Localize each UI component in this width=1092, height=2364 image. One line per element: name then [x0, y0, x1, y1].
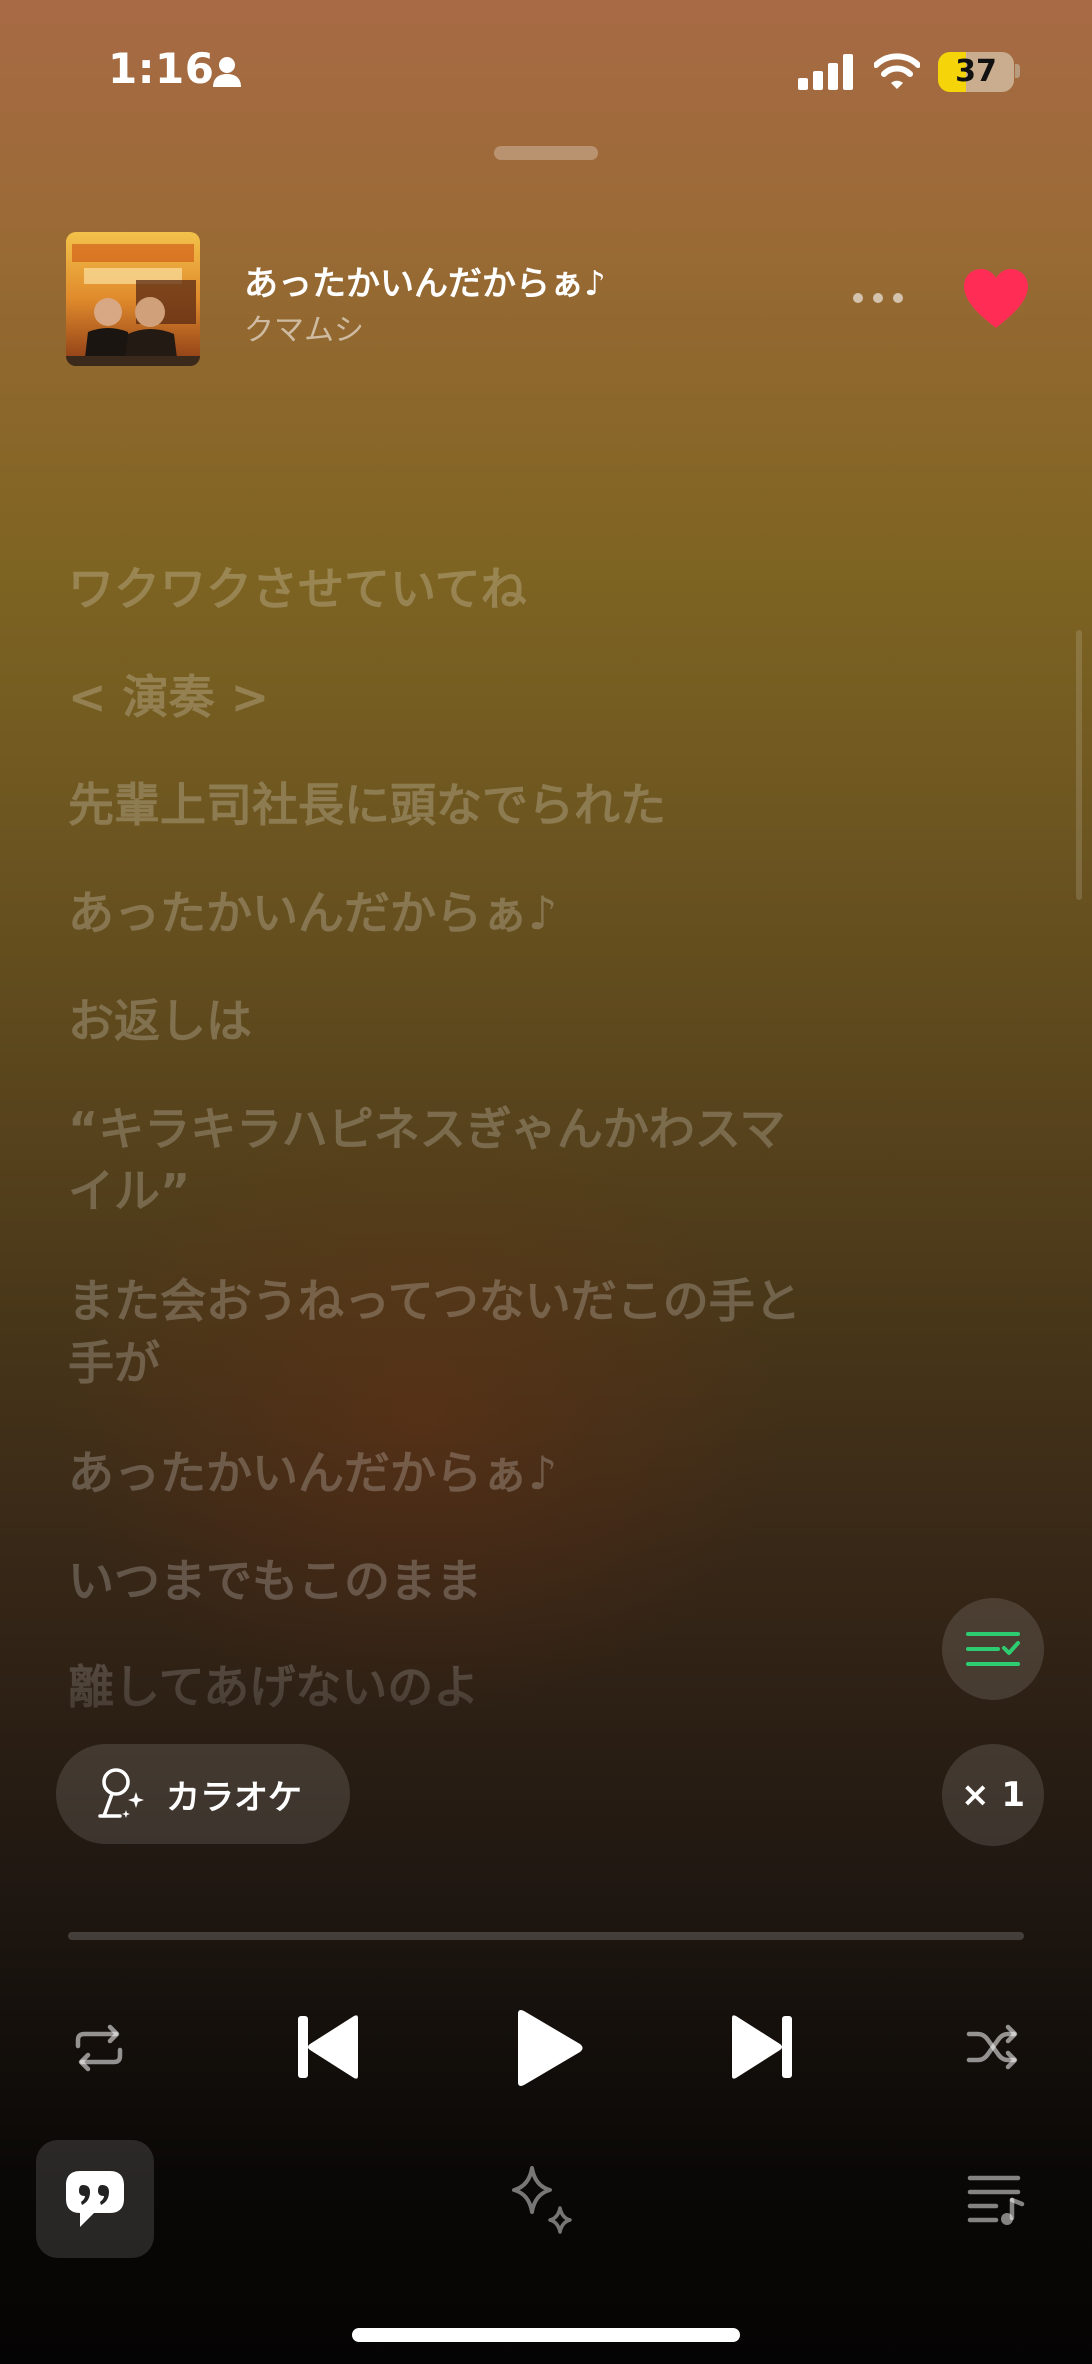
microphone-sparkle-icon — [98, 1768, 144, 1818]
progress-slider[interactable] — [68, 1932, 1024, 1940]
lyrics-panel[interactable]: ワクワクさせていてね < 演奏 > 先輩上司社長に頭なでられた あったかいんだか… — [68, 460, 888, 1724]
track-artist[interactable]: クマムシ — [244, 305, 364, 349]
sheet-grabber[interactable] — [494, 146, 598, 160]
battery-indicator: 37 — [938, 52, 1014, 92]
lyric-line[interactable]: < 演奏 > — [68, 666, 888, 728]
album-art[interactable] — [66, 232, 200, 366]
lyric-line[interactable]: あったかいんだからぁ♪ — [68, 882, 888, 944]
previous-icon[interactable] — [296, 2014, 360, 2080]
lyric-line[interactable]: 先輩上司社長に頭なでられた — [68, 774, 888, 836]
playback-speed-button[interactable]: × 1 — [942, 1744, 1044, 1846]
album-art-image — [66, 232, 200, 366]
lyric-line[interactable]: あったかいんだからぁ♪ — [68, 1442, 888, 1504]
lyric-line[interactable]: 離してあげないのよ — [68, 1656, 888, 1718]
status-time: 1:16 — [108, 44, 215, 93]
shuffle-icon[interactable] — [966, 2022, 1020, 2072]
sparkle-icon[interactable] — [508, 2164, 578, 2236]
lyric-line[interactable]: お返しは — [68, 990, 888, 1052]
karaoke-button[interactable]: カラオケ — [56, 1744, 350, 1844]
heart-icon[interactable] — [962, 268, 1030, 330]
lyric-line[interactable]: いつまでもこのまま — [68, 1550, 888, 1612]
more-icon — [873, 293, 883, 303]
lyric-line[interactable]: また会おうねってつないだこの手と 手が — [68, 1270, 888, 1394]
karaoke-label: カラオケ — [166, 1777, 302, 1818]
home-indicator[interactable] — [352, 2328, 740, 2342]
play-icon[interactable] — [514, 2008, 584, 2088]
more-icon — [853, 293, 863, 303]
person-icon — [213, 57, 241, 87]
speed-label: × 1 — [961, 1775, 1025, 1815]
scrollbar[interactable] — [1076, 630, 1082, 900]
wifi-icon — [874, 53, 920, 89]
lyric-line-partial — [68, 460, 888, 486]
lyrics-tab-button[interactable] — [36, 2140, 154, 2258]
battery-cap — [1015, 64, 1020, 78]
queue-check-icon — [966, 1632, 1020, 1666]
more-icon — [893, 293, 903, 303]
battery-level: 37 — [955, 54, 997, 89]
lyric-line[interactable]: ワクワクさせていてね — [68, 558, 888, 620]
more-button[interactable] — [844, 278, 912, 318]
track-title[interactable]: あったかいんだからぁ♪ — [244, 256, 606, 305]
quote-icon — [66, 2171, 124, 2227]
signal-icon — [798, 54, 853, 90]
playlist-icon[interactable] — [966, 2172, 1026, 2228]
repeat-icon[interactable] — [70, 2022, 128, 2074]
queue-toggle-button[interactable] — [942, 1598, 1044, 1700]
lyric-line[interactable]: “キラキラハピネスぎゃんかわスマ イル” — [68, 1098, 888, 1222]
next-icon[interactable] — [730, 2014, 794, 2080]
